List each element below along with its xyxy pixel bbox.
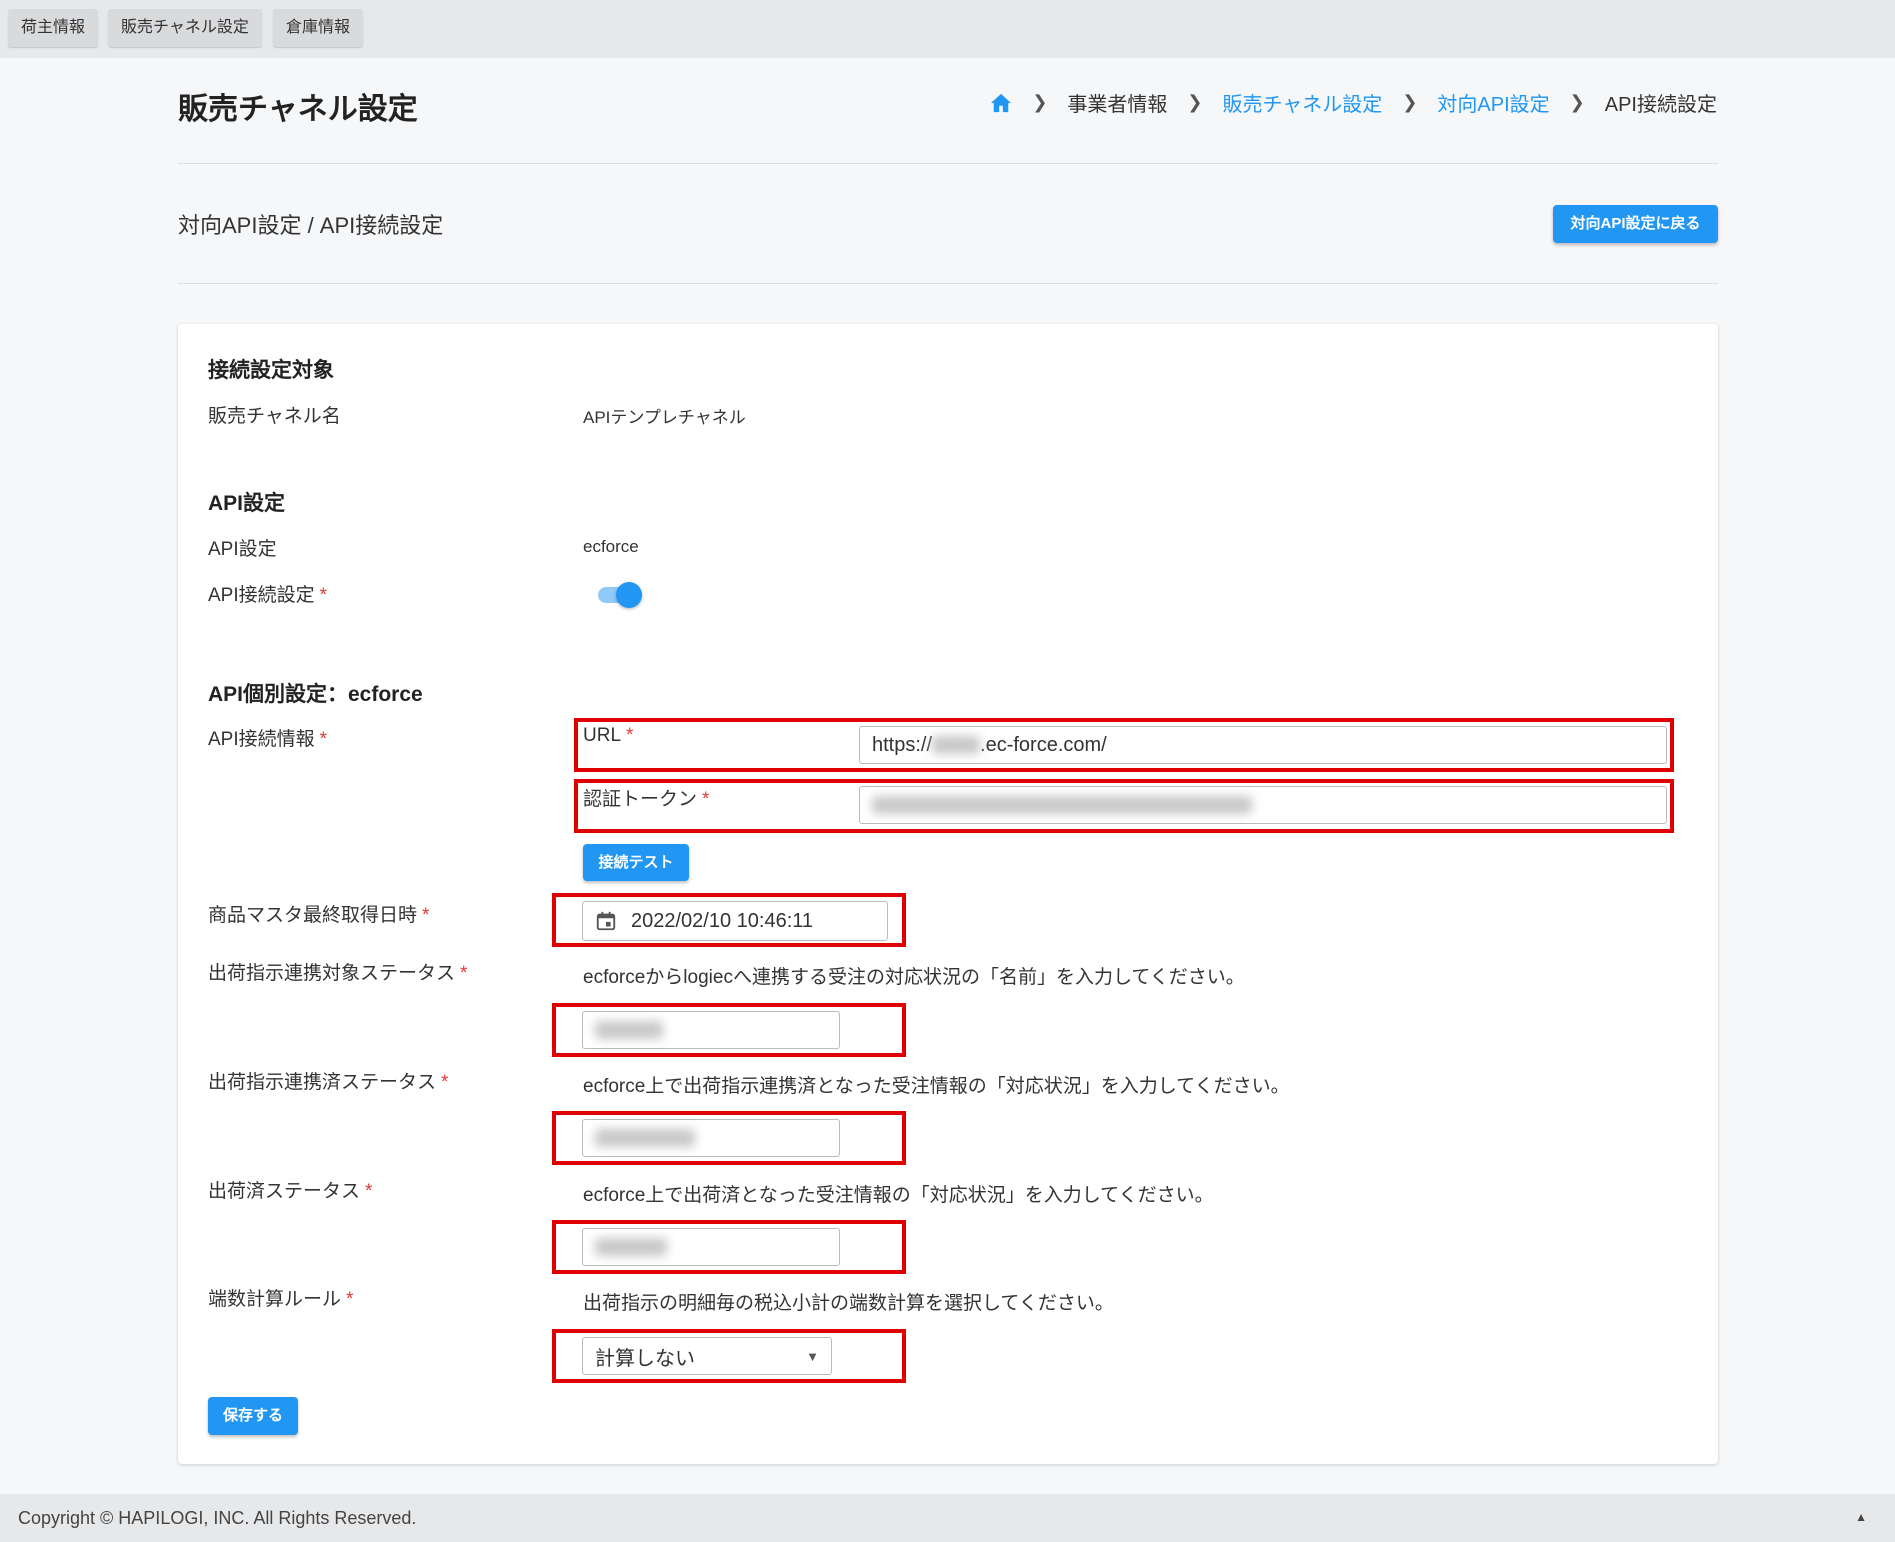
subheader-divider [178,283,1718,284]
required-mark: * [702,789,710,810]
page-title: 販売チャネル設定 [178,93,418,126]
required-mark: * [365,1181,373,1202]
target-status-label-text: 出荷指示連携対象ステータス [208,963,456,984]
breadcrumb: ❯ 事業者情報 ❯ 販売チャネル設定 ❯ 対向API設定 ❯ API接続設定 [990,88,1717,117]
required-mark: * [346,1289,354,1310]
shipped-status-label-text: 出荷済ステータス [208,1181,361,1202]
linked-status-help: ecforce上で出荷指示連携済となった受注情報の「対応状況」を入力してください… [583,1076,1290,1097]
chevron-right-icon: ❯ [1032,92,1048,112]
token-label: 認証トークン * [583,784,709,811]
redacted-target-status [595,1021,663,1039]
linked-status-label-text: 出荷指示連携済ステータス [208,1072,437,1093]
caret-down-icon: ▼ [806,1348,819,1364]
linked-status-label: 出荷指示連携済ステータス * [208,1067,448,1094]
redacted-token [872,796,1252,814]
linked-status-input[interactable] [582,1119,840,1157]
url-suffix: .ec-force.com/ [980,733,1107,756]
rounding-rule-label: 端数計算ルール * [208,1284,353,1311]
breadcrumb-sales-channel-settings[interactable]: 販売チャネル設定 [1223,88,1383,117]
target-section-title: 接続設定対象 [208,359,334,382]
token-label-text: 認証トークン [583,789,698,810]
tab-shipper-info[interactable]: 荷主情報 [8,9,99,47]
api-setting-value: ecforce [583,537,639,556]
channel-name-value: APIテンプレチャネル [583,408,746,427]
url-label: URL * [583,725,633,747]
api-connection-toggle-thumb[interactable] [616,582,642,608]
required-mark: * [460,963,468,984]
settings-card: 接続設定対象 販売チャネル名 APIテンプレチャネル API設定 API設定 e… [178,324,1718,1464]
api-connection-label-text: API接続設定 [208,585,315,606]
header-divider [178,163,1718,164]
api-setting-label: API設定 [208,539,277,560]
target-status-help: ecforceからlogiecへ連携する受注の対応状況の「名前」を入力してくださ… [583,967,1245,988]
url-label-text: URL [583,725,622,746]
shipped-status-input[interactable] [582,1228,840,1266]
rounding-rule-label-text: 端数計算ルール [208,1289,342,1310]
target-status-input[interactable] [582,1011,840,1049]
rounding-rule-help: 出荷指示の明細毎の税込小計の端数計算を選択してください。 [583,1293,1114,1314]
redacted-subdomain [932,736,981,754]
master-datetime-value: 2022/02/10 10:46:11 [631,909,814,932]
chevron-right-icon: ❯ [1187,92,1203,112]
required-mark: * [626,725,634,746]
url-input[interactable]: https:// .ec-force.com/ [859,726,1667,764]
master-datetime-label-text: 商品マスタ最終取得日時 [208,905,418,926]
required-mark: * [319,729,328,750]
rounding-rule-select[interactable]: 計算しない ▼ [582,1337,832,1375]
home-icon[interactable] [990,93,1012,113]
target-status-label: 出荷指示連携対象ステータス * [208,958,467,985]
api-section-title: API設定 [208,492,286,515]
chevron-right-icon: ❯ [1569,92,1585,112]
master-datetime-label: 商品マスタ最終取得日時 * [208,900,429,927]
url-prefix: https:// [872,733,933,756]
api-connection-info-label-text: API接続情報 [208,729,315,750]
channel-name-label: 販売チャネル名 [208,406,341,427]
calendar-icon[interactable] [595,910,617,932]
shipped-status-help: ecforce上で出荷済となった受注情報の「対応状況」を入力してください。 [583,1185,1214,1206]
section-subtitle: 対向API設定 / API接続設定 [178,213,444,238]
master-datetime-input[interactable]: 2022/02/10 10:46:11 [582,901,888,941]
back-to-api-settings-button[interactable]: 対向API設定に戻る [1553,205,1718,243]
chevron-right-icon: ❯ [1402,92,1418,112]
redacted-shipped-status [595,1238,667,1256]
footer: Copyright © HAPILOGI, INC. All Rights Re… [0,1494,1895,1542]
shipped-status-label: 出荷済ステータス * [208,1176,372,1203]
required-mark: * [422,905,430,926]
tab-warehouse-info[interactable]: 倉庫情報 [273,9,364,47]
breadcrumb-api-settings[interactable]: 対向API設定 [1437,88,1549,117]
redacted-linked-status [595,1129,695,1147]
required-mark: * [319,585,328,606]
top-tab-bar: 荷主情報 販売チャネル設定 倉庫情報 [0,0,1895,58]
breadcrumb-business-info: 事業者情報 [1067,94,1168,116]
scroll-to-top-icon[interactable]: ▲ [1855,1510,1867,1524]
api-connection-label: API接続設定 * [208,580,327,607]
auth-token-input[interactable] [859,786,1667,824]
tab-sales-channel-settings[interactable]: 販売チャネル設定 [108,9,262,47]
rounding-rule-value: 計算しない [595,1347,695,1370]
save-button[interactable]: 保存する [208,1397,298,1435]
api-connection-info-label: API接続情報 * [208,724,327,751]
required-mark: * [441,1072,449,1093]
connection-test-button[interactable]: 接続テスト [583,844,689,881]
breadcrumb-api-connection-settings: API接続設定 [1604,94,1717,116]
copyright-text: Copyright © HAPILOGI, INC. All Rights Re… [18,1508,417,1528]
individual-section-title: API個別設定：ecforce [208,683,423,706]
